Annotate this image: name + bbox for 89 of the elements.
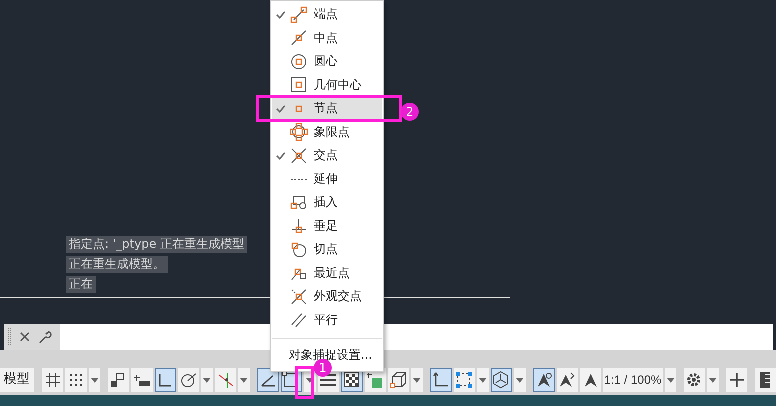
toggle-button[interactable] [430, 368, 452, 392]
toolbar-button[interactable] [754, 368, 776, 392]
toggle-button[interactable] [556, 368, 578, 392]
caret-icon [240, 378, 248, 382]
menu-item[interactable]: 插入 [272, 191, 382, 214]
snap-icon [290, 76, 308, 94]
toggle-button[interactable] [42, 368, 64, 392]
toolbar-button[interactable] [684, 368, 705, 392]
toggle-button[interactable] [257, 368, 279, 392]
annotation-scale[interactable]: 1:1 / 100% [603, 368, 663, 392]
menu-item[interactable]: 圆心 [272, 50, 382, 74]
dropdown-button[interactable] [706, 368, 719, 392]
dashed-square-icon [455, 371, 474, 389]
close-icon[interactable] [20, 332, 30, 342]
snap-icon [290, 146, 308, 165]
snap-icon [290, 311, 308, 330]
wrench-icon[interactable] [38, 330, 52, 344]
menu-item[interactable]: 切点 [272, 238, 382, 262]
caret-icon [708, 378, 717, 382]
toggle-button[interactable] [65, 368, 87, 392]
check-icon [276, 152, 286, 160]
toolbar-button[interactable] [726, 368, 748, 392]
axes-icon [432, 372, 449, 388]
grip-icon [8, 328, 12, 346]
toggle-button[interactable] [178, 368, 200, 392]
plus-icon [728, 372, 745, 388]
dropdown-button[interactable] [514, 368, 526, 392]
snap-icon [290, 52, 308, 71]
figure-arrow-icon [559, 372, 576, 388]
snap-icon [290, 288, 308, 306]
snap-icon [290, 29, 308, 48]
grid-icon [44, 372, 61, 388]
menu-item[interactable]: 延伸 [272, 168, 382, 191]
check-icon [276, 104, 286, 113]
menu-item[interactable]: 中点 [272, 26, 382, 50]
dashed-line-icon [290, 178, 308, 181]
toggle-button[interactable] [490, 368, 512, 392]
crossing-lines-icon [218, 372, 234, 388]
snap-icon [290, 217, 308, 236]
model-tab[interactable]: 模型 [0, 368, 34, 392]
snap-icon [290, 240, 308, 259]
snap-icon [290, 6, 308, 24]
snap-icon [290, 194, 308, 212]
cube-icon [390, 371, 408, 389]
circle-angle-icon [180, 372, 198, 388]
figure-icon [536, 372, 552, 388]
step-badge: 2 [401, 103, 419, 121]
caret-icon [666, 378, 674, 382]
figure-icon [584, 372, 598, 388]
menu-item[interactable]: 垂足 [272, 214, 382, 238]
toggle-button[interactable] [214, 368, 236, 392]
dropdown-button[interactable] [664, 368, 676, 392]
dropdown-button[interactable] [477, 368, 489, 392]
toggle-button[interactable] [580, 368, 602, 392]
toggle-button[interactable] [454, 368, 476, 392]
caret-icon [478, 378, 487, 382]
check-icon [276, 10, 286, 19]
ruler-icon [759, 371, 772, 389]
toggle-button[interactable] [108, 368, 130, 392]
menu-item[interactable]: 平行 [272, 308, 382, 332]
highlight-frame [295, 366, 314, 399]
dropdown-button[interactable] [88, 368, 100, 392]
corner-icon [157, 372, 174, 388]
step-icon [110, 372, 126, 388]
caret-icon [306, 378, 314, 382]
toggle-button[interactable] [388, 368, 410, 392]
menu-item[interactable]: 交点 [272, 144, 382, 168]
caret-icon [90, 378, 99, 382]
toggle-button[interactable] [131, 368, 152, 392]
dropdown-button[interactable] [238, 368, 250, 392]
menu-item[interactable]: 端点 [272, 3, 382, 26]
cube-axes-icon [492, 371, 510, 389]
menu-item[interactable]: 最近点 [272, 262, 382, 285]
dot-grid-icon [68, 372, 84, 388]
lines-icon [319, 372, 338, 388]
caret-icon [203, 378, 212, 382]
caret-icon [413, 378, 422, 382]
menu-item[interactable]: 几何中心 [272, 74, 382, 97]
dropdown-button[interactable] [411, 368, 424, 392]
square-plus-icon [366, 371, 384, 389]
caret-icon [516, 378, 524, 382]
plus-bar-icon [132, 372, 151, 388]
menu-item[interactable]: 外观交点 [272, 285, 382, 308]
snap-icon [290, 123, 308, 142]
menu-item[interactable]: 象限点 [272, 120, 382, 144]
toggle-button[interactable] [154, 368, 176, 392]
toggle-button[interactable] [533, 368, 554, 392]
settings-icon [686, 372, 702, 388]
dropdown-button[interactable] [201, 368, 213, 392]
